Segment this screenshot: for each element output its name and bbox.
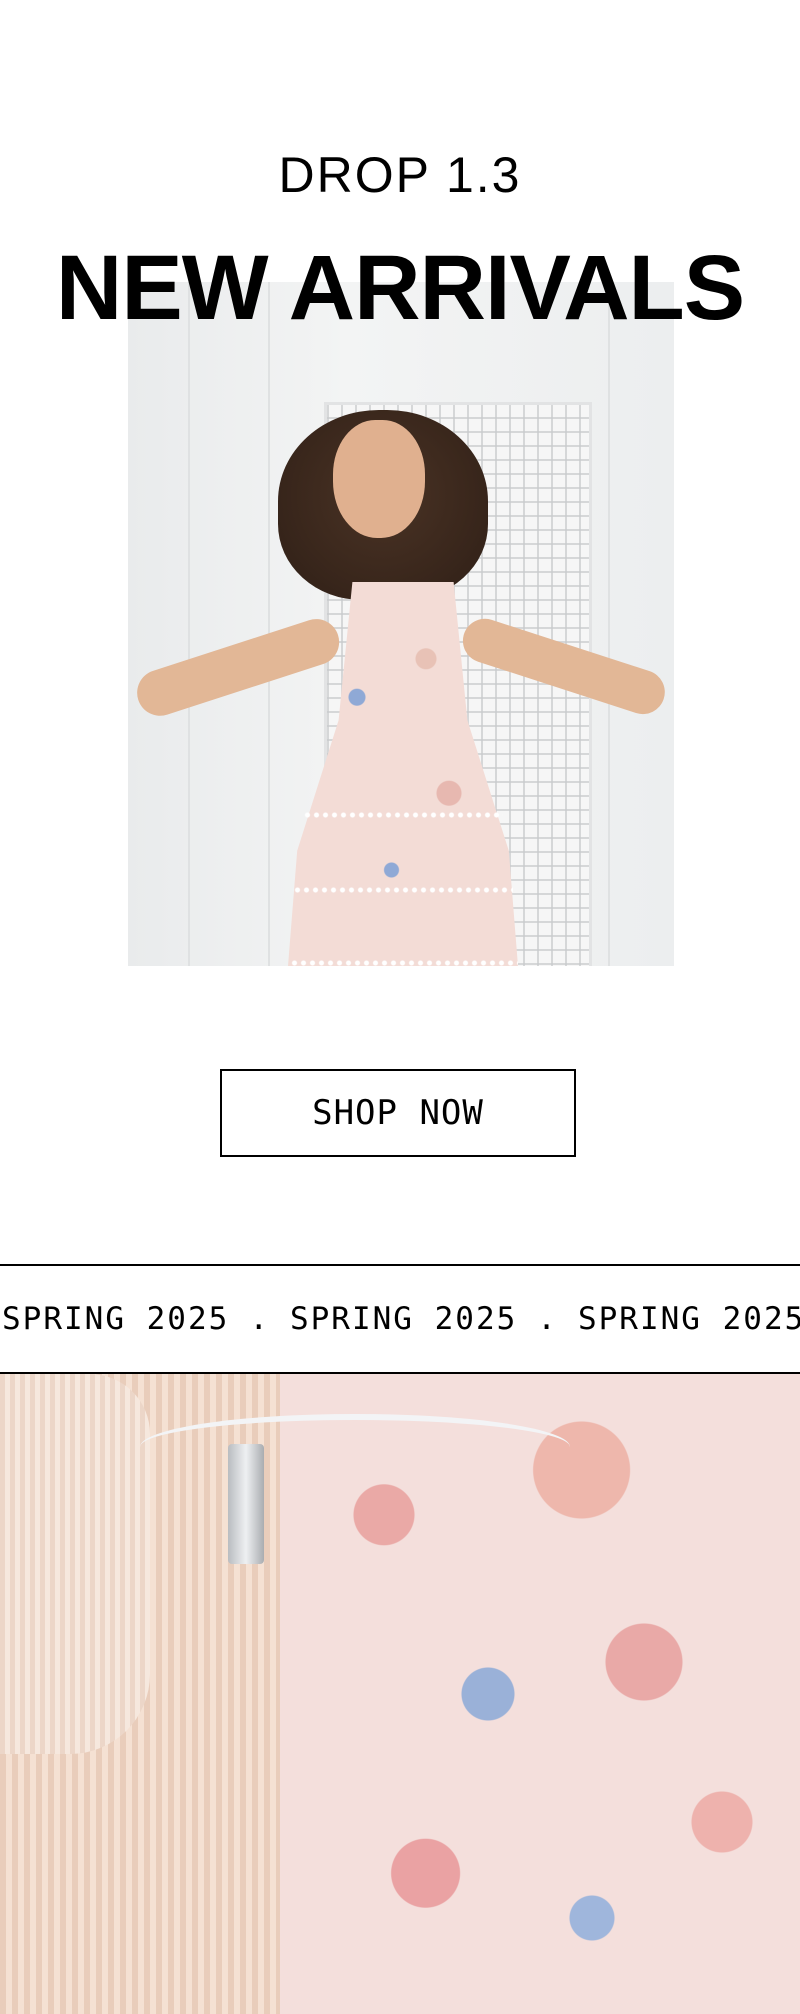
hero-section: DROP 1.3 NEW ARRIVALS SHOP NOW [0, 0, 800, 1230]
dress-ruffle [290, 960, 518, 966]
marquee-track: SPRING 2025 . SPRING 2025 . SPRING 2025 [2, 1266, 800, 1372]
product-detail-photo[interactable] [0, 1374, 800, 2014]
marquee-item: SPRING 2025 [289, 1301, 518, 1337]
marquee-item: SPRING 2025 [2, 1301, 230, 1337]
hero-photo[interactable] [128, 282, 674, 966]
hanger-clip [228, 1444, 264, 1564]
shop-now-button[interactable]: SHOP NOW [220, 1069, 576, 1157]
ribbed-sleeve [0, 1374, 150, 1754]
marquee-item: SPRING 2025 [577, 1301, 800, 1337]
dress-ruffle [303, 812, 503, 818]
marquee-separator: . [249, 1301, 270, 1337]
marquee-separator: . [537, 1301, 558, 1337]
drop-label: DROP 1.3 [278, 147, 522, 203]
left-arm [131, 613, 346, 722]
hanger [140, 1414, 570, 1480]
marquee-banner: SPRING 2025 . SPRING 2025 . SPRING 2025 [0, 1264, 800, 1374]
girl-face [333, 420, 425, 538]
dress-ruffle [293, 887, 513, 893]
page-title: NEW ARRIVALS [55, 237, 745, 339]
